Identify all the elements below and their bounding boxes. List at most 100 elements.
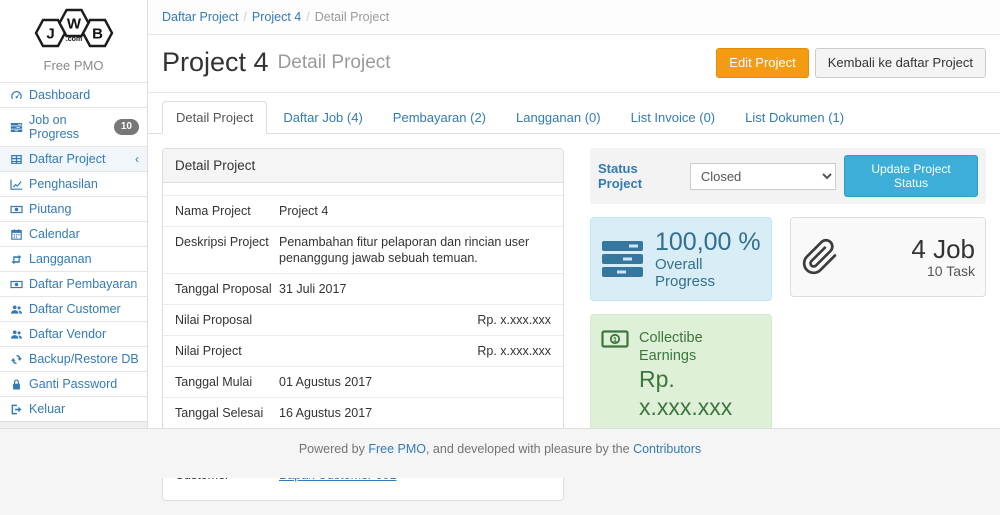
page-title: Project 4 bbox=[162, 47, 269, 78]
back-to-project-list-button[interactable]: Kembali ke daftar Project bbox=[815, 48, 986, 78]
edit-project-button[interactable]: Edit Project bbox=[716, 48, 808, 78]
sidebar-item-daftar-project[interactable]: Daftar Project ‹ bbox=[0, 146, 147, 171]
detail-row-value: 31 Juli 2017 bbox=[279, 281, 551, 297]
retweet-icon bbox=[9, 253, 23, 266]
svg-text:W: W bbox=[66, 16, 81, 33]
sidebar-item-backup-restore-db[interactable]: Backup/Restore DB bbox=[0, 346, 147, 371]
jwb-logo: J W B .com bbox=[0, 0, 147, 56]
tab-list-invoice-0[interactable]: List Invoice (0) bbox=[617, 101, 730, 134]
detail-row: Tanggal Mulai 01 Agustus 2017 bbox=[163, 366, 563, 397]
svg-text:B: B bbox=[92, 26, 103, 43]
main-content: Daftar Project/Project 4/Detail Project … bbox=[148, 0, 1000, 428]
lock-icon bbox=[9, 378, 23, 391]
overall-progress-box: 100,00 % Overall Progress bbox=[590, 217, 772, 301]
sidebar-item-job-on-progress[interactable]: Job on Progress 10 bbox=[0, 107, 147, 146]
detail-row-value: Penambahan fitur pelaporan dan rincian u… bbox=[279, 234, 551, 266]
footer-text: Powered by bbox=[299, 442, 368, 456]
sidebar-item-daftar-vendor[interactable]: Daftar Vendor bbox=[0, 321, 147, 346]
footer-text-middle: , and developed with pleasure by the bbox=[426, 442, 633, 456]
detail-row: Tanggal Proposal 31 Juli 2017 bbox=[163, 273, 563, 304]
breadcrumb-separator: / bbox=[243, 10, 246, 24]
overall-progress-label: Overall Progress bbox=[655, 256, 761, 290]
detail-row-label: Tanggal Selesai bbox=[175, 405, 279, 421]
page-header: Project 4 Detail Project Edit Project Ke… bbox=[148, 35, 1000, 93]
sidebar-item-daftar-customer[interactable]: Daftar Customer bbox=[0, 296, 147, 321]
status-project-form: Status Project Closed Update Project Sta… bbox=[590, 148, 986, 204]
footer-link-contributors[interactable]: Contributors bbox=[633, 442, 701, 456]
tab-detail-project[interactable]: Detail Project bbox=[162, 101, 267, 134]
sidebar-item-daftar-pembayaran[interactable]: Daftar Pembayaran bbox=[0, 271, 147, 296]
svg-text:1: 1 bbox=[613, 335, 617, 344]
tab-daftar-job-4[interactable]: Daftar Job (4) bbox=[269, 101, 376, 134]
status-project-select[interactable]: Closed bbox=[690, 163, 836, 190]
sidebar-item-keluar[interactable]: Keluar bbox=[0, 396, 147, 421]
job-count-box: 4 Job 10 Task bbox=[790, 217, 986, 297]
sidebar-item-dashboard[interactable]: Dashboard bbox=[0, 82, 147, 107]
money-icon bbox=[9, 278, 23, 291]
detail-row-label: Nilai Project bbox=[175, 343, 279, 359]
collectible-earnings-box: 1 Collectibe Earnings Rp. x.xxx.xxx bbox=[590, 314, 772, 432]
svg-text:J: J bbox=[46, 26, 54, 43]
detail-row-value: Project 4 bbox=[279, 203, 551, 219]
svg-text:.com: .com bbox=[65, 36, 81, 43]
detail-row-value: 16 Agustus 2017 bbox=[279, 405, 551, 421]
update-project-status-button[interactable]: Update Project Status bbox=[844, 155, 978, 197]
line-chart-icon bbox=[9, 178, 23, 191]
detail-row-value: 01 Agustus 2017 bbox=[279, 374, 551, 390]
detail-row: Tanggal Selesai 16 Agustus 2017 bbox=[163, 397, 563, 428]
detail-row: Nama Project Project 4 bbox=[163, 195, 563, 226]
sidebar-item-calendar[interactable]: Calendar bbox=[0, 221, 147, 246]
breadcrumb-item: Detail Project bbox=[315, 10, 389, 24]
money-icon: 1 bbox=[601, 329, 629, 349]
detail-row-label: Nilai Proposal bbox=[175, 312, 279, 328]
chevron-left-icon: ‹ bbox=[135, 152, 139, 166]
detail-row-label: Tanggal Mulai bbox=[175, 374, 279, 390]
breadcrumb-item[interactable]: Daftar Project bbox=[162, 10, 238, 24]
status-project-label: Status Project bbox=[598, 161, 682, 191]
page-subtitle: Detail Project bbox=[278, 52, 391, 74]
table-icon bbox=[9, 153, 23, 166]
tasks-icon bbox=[9, 121, 23, 134]
sidebar-item-penghasilan[interactable]: Penghasilan bbox=[0, 171, 147, 196]
app-window: J W B .com Free PMO Dashboard Job on Pro… bbox=[0, 0, 1000, 478]
count-badge: 10 bbox=[114, 119, 139, 135]
right-column: Status Project Closed Update Project Sta… bbox=[590, 148, 986, 432]
footer: Powered by Free PMO, and developed with … bbox=[0, 428, 1000, 478]
tasks-icon bbox=[601, 239, 645, 279]
breadcrumb-separator: / bbox=[306, 10, 309, 24]
sidebar-item-langganan[interactable]: Langganan bbox=[0, 246, 147, 271]
panel-title: Detail Project bbox=[163, 149, 563, 183]
detail-row: Deskripsi Project Penambahan fitur pelap… bbox=[163, 226, 563, 273]
overall-progress-value: 100,00 % bbox=[655, 228, 761, 256]
detail-row: Nilai Proposal Rp. x.xxx.xxx bbox=[163, 304, 563, 335]
sidebar-menu: Dashboard Job on Progress 10 Daftar Proj… bbox=[0, 82, 147, 421]
tab-langganan-0[interactable]: Langganan (0) bbox=[502, 101, 615, 134]
refresh-icon bbox=[9, 353, 23, 366]
brand-name: Free PMO bbox=[0, 56, 147, 82]
earnings-value: Rp. x.xxx.xxx bbox=[639, 365, 761, 421]
earnings-title: Collectibe Earnings bbox=[639, 329, 761, 365]
breadcrumb: Daftar Project / Project 4 / Detail Project bbox=[148, 0, 1000, 35]
tab-pembayaran-2[interactable]: Pembayaran (2) bbox=[379, 101, 500, 134]
detail-row: Nilai Project Rp. x.xxx.xxx bbox=[163, 335, 563, 366]
detail-row-value: Rp. x.xxx.xxx bbox=[279, 312, 551, 328]
task-count-value: 10 Task bbox=[911, 263, 975, 279]
sign-out-icon bbox=[9, 403, 23, 416]
footer-link-free-pmo[interactable]: Free PMO bbox=[368, 442, 426, 456]
tab-list-dokumen-1[interactable]: List Dokumen (1) bbox=[731, 101, 858, 134]
dashboard-icon bbox=[9, 89, 23, 102]
breadcrumb-item[interactable]: Project 4 bbox=[252, 10, 301, 24]
users-icon bbox=[9, 328, 23, 341]
jwb-logo-icon: J W B .com bbox=[31, 7, 117, 51]
sidebar-item-piutang[interactable]: Piutang bbox=[0, 196, 147, 221]
money-icon bbox=[9, 203, 23, 216]
calendar-icon bbox=[9, 228, 23, 241]
detail-row-label: Deskripsi Project bbox=[175, 234, 279, 266]
sidebar-item-ganti-password[interactable]: Ganti Password bbox=[0, 371, 147, 396]
detail-row-label: Nama Project bbox=[175, 203, 279, 219]
tab-bar: Detail ProjectDaftar Job (4)Pembayaran (… bbox=[148, 101, 1000, 134]
paperclip-icon bbox=[801, 236, 839, 278]
detail-row-label: Tanggal Proposal bbox=[175, 281, 279, 297]
job-count-value: 4 Job bbox=[911, 235, 975, 263]
sidebar: J W B .com Free PMO Dashboard Job on Pro… bbox=[0, 0, 148, 428]
